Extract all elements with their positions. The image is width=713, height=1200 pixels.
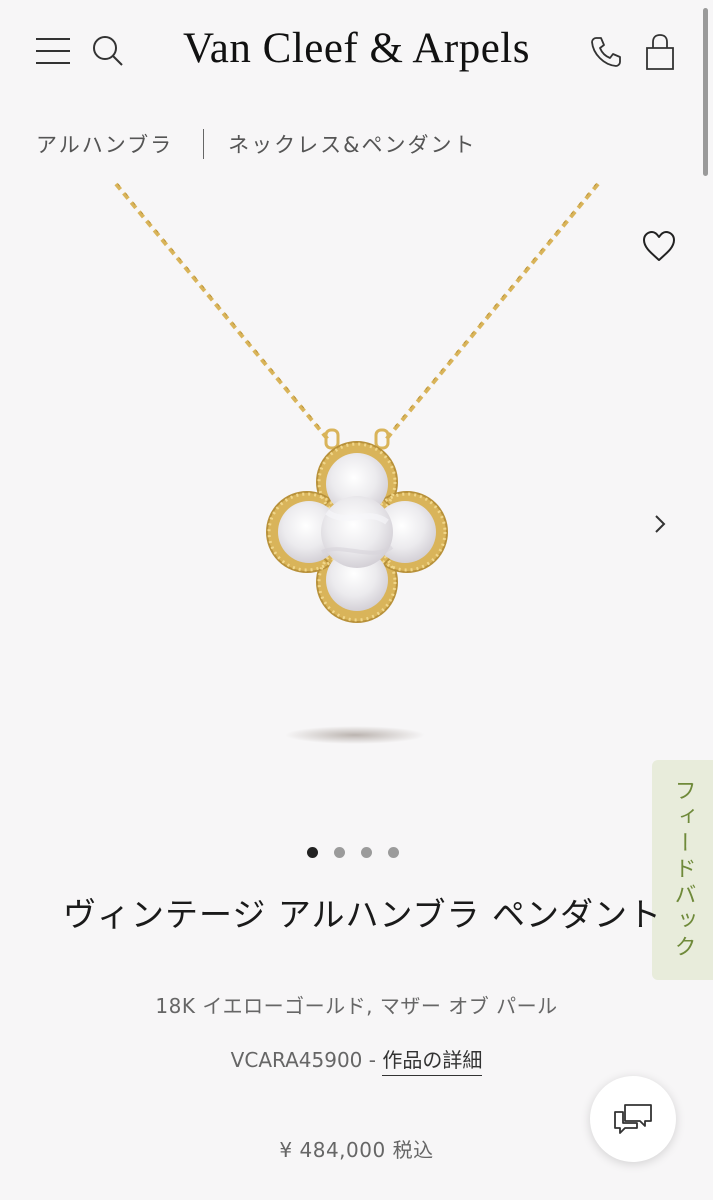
phone-icon[interactable] — [588, 34, 624, 70]
breadcrumb-item-necklaces[interactable]: ネックレス&ペンダント — [228, 129, 476, 159]
wishlist-heart-icon[interactable] — [640, 228, 678, 264]
product-title: ヴィンテージ アルハンブラ ペンダント — [63, 895, 662, 934]
product-page: Van Cleef & Arpels アルハンブラ ネックレス&ペンダント フィ… — [0, 0, 713, 1200]
chat-icon — [614, 1104, 652, 1134]
scrollbar[interactable] — [703, 8, 708, 176]
product-image[interactable] — [0, 180, 713, 780]
breadcrumb: アルハンブラ ネックレス&ペンダント — [36, 126, 477, 162]
reference-separator: - — [362, 1048, 383, 1072]
breadcrumb-separator — [203, 129, 205, 159]
feedback-tab[interactable]: フィードバック — [652, 760, 713, 980]
breadcrumb-item-alhambra[interactable]: アルハンブラ — [36, 129, 173, 159]
carousel-dot-3[interactable] — [361, 847, 372, 858]
product-material: 18K イエローゴールド, マザー オブ パール — [155, 994, 558, 1018]
carousel-dots — [307, 847, 399, 859]
carousel-dot-1[interactable] — [307, 847, 318, 858]
shopping-bag-icon[interactable] — [642, 32, 678, 72]
carousel-dot-4[interactable] — [388, 847, 399, 858]
product-reference: VCARA45900 — [230, 1048, 363, 1072]
carousel-dot-2[interactable] — [334, 847, 345, 858]
chat-button[interactable] — [590, 1076, 676, 1162]
chevron-right-icon[interactable] — [648, 510, 672, 538]
header: Van Cleef & Arpels — [0, 0, 713, 104]
product-details-link[interactable]: 作品の詳細 — [382, 1048, 483, 1076]
product-reference-line: VCARA45900 - 作品の詳細 — [0, 1044, 713, 1076]
